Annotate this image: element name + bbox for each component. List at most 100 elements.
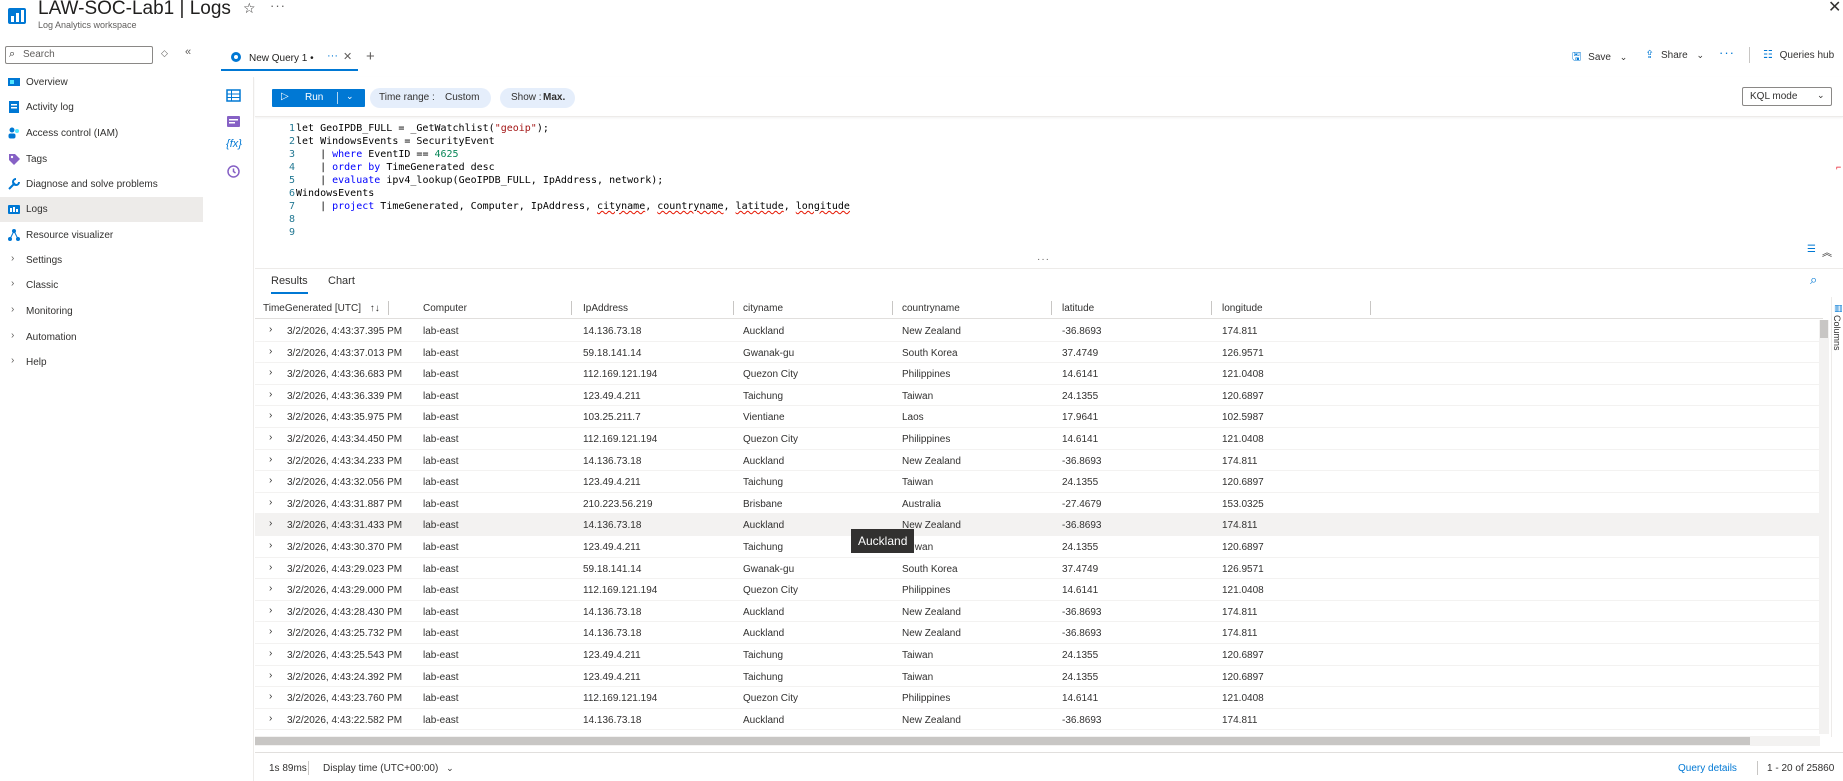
city-name-cell[interactable]: Taichung — [743, 672, 783, 683]
more-actions-button[interactable]: ··· — [1719, 45, 1735, 60]
time-generated-cell[interactable]: 3/2/2026, 4:43:24.392 PM — [287, 672, 402, 683]
country-name-cell[interactable]: Philippines — [902, 434, 950, 445]
ip-address-cell[interactable]: 14.136.73.18 — [583, 628, 641, 639]
expand-row-icon[interactable]: › — [269, 389, 272, 400]
city-name-cell[interactable]: Auckland — [743, 520, 784, 531]
expand-row-icon[interactable]: › — [269, 713, 272, 724]
column-header-timegenerated[interactable]: TimeGenerated [UTC] ↑↓ — [263, 303, 380, 317]
latitude-cell[interactable]: -36.8693 — [1062, 520, 1101, 531]
time-generated-cell[interactable]: 3/2/2026, 4:43:30.370 PM — [287, 542, 402, 553]
time-generated-cell[interactable]: 3/2/2026, 4:43:23.760 PM — [287, 693, 402, 704]
computer-cell[interactable]: lab-east — [423, 348, 459, 359]
save-button[interactable]: 🖫 Save ⌄ — [1572, 48, 1627, 64]
longitude-cell[interactable]: 120.6897 — [1222, 650, 1264, 661]
country-name-cell[interactable]: Laos — [902, 412, 924, 423]
expand-row-icon[interactable]: › — [269, 432, 272, 443]
sidebar-item-access-control[interactable]: Access control (IAM) — [0, 121, 203, 146]
country-name-cell[interactable]: New Zealand — [902, 607, 961, 618]
city-name-cell[interactable]: Auckland — [743, 628, 784, 639]
code-line[interactable]: | evaluate ipv4_lookup(GeoIPDB_FULL, IpA… — [296, 175, 663, 186]
latitude-cell[interactable]: -36.8693 — [1062, 715, 1101, 726]
time-generated-cell[interactable]: 3/2/2026, 4:43:31.887 PM — [287, 499, 402, 510]
column-header-computer[interactable]: Computer — [423, 303, 467, 317]
ip-address-cell[interactable]: 59.18.141.14 — [583, 348, 641, 359]
query-details-link[interactable]: Query details — [1678, 763, 1737, 774]
column-divider[interactable] — [1051, 301, 1052, 315]
latitude-cell[interactable]: 37.4749 — [1062, 348, 1098, 359]
queries-hub-button[interactable]: ☷ Queries hub — [1763, 48, 1834, 61]
country-name-cell[interactable]: New Zealand — [902, 628, 961, 639]
table-row[interactable]: › 3/2/2026, 4:43:31.887 PM lab-east 210.223… — [255, 493, 1820, 515]
table-row[interactable]: › 3/2/2026, 4:43:37.395 PM lab-east 14.136.… — [255, 320, 1820, 342]
expand-row-icon[interactable]: › — [269, 518, 272, 529]
sidebar-item-overview[interactable]: Overview — [0, 70, 203, 95]
ip-address-cell[interactable]: 14.136.73.18 — [583, 326, 641, 337]
editor-resize-handle[interactable]: ··· — [1037, 254, 1050, 265]
sidebar-item-activity-log[interactable]: Activity log — [0, 95, 203, 120]
sidebar-item-resource-visualizer[interactable]: Resource visualizer — [0, 223, 203, 248]
tab-close-icon[interactable]: ✕ — [343, 50, 352, 63]
table-row[interactable]: › 3/2/2026, 4:43:29.000 PM lab-east 112.169… — [255, 579, 1820, 601]
sidebar-group-settings[interactable]: › Settings — [0, 248, 203, 273]
ip-address-cell[interactable]: 123.49.4.211 — [583, 477, 641, 488]
table-row[interactable]: › 3/2/2026, 4:43:24.392 PM lab-east 123.49.… — [255, 666, 1820, 688]
country-name-cell[interactable]: Taiwan — [902, 391, 933, 402]
country-name-cell[interactable]: New Zealand — [902, 715, 961, 726]
expand-collapse-icon[interactable]: ◇ — [161, 48, 168, 59]
latitude-cell[interactable]: 17.9641 — [1062, 412, 1098, 423]
ip-address-cell[interactable]: 103.25.211.7 — [583, 412, 641, 423]
computer-cell[interactable]: lab-east — [423, 672, 459, 683]
computer-cell[interactable]: lab-east — [423, 693, 459, 704]
computer-cell[interactable]: lab-east — [423, 607, 459, 618]
expand-row-icon[interactable]: › — [269, 605, 272, 616]
display-time-dropdown[interactable]: Display time (UTC+00:00) ⌄ — [323, 763, 454, 774]
computer-cell[interactable]: lab-east — [423, 564, 459, 575]
city-name-cell[interactable]: Quezon City — [743, 369, 798, 380]
table-row[interactable]: › 3/2/2026, 4:43:25.543 PM lab-east 123.49.… — [255, 644, 1820, 666]
column-divider[interactable] — [388, 301, 389, 315]
computer-cell[interactable]: lab-east — [423, 715, 459, 726]
ip-address-cell[interactable]: 14.136.73.18 — [583, 715, 641, 726]
format-query-icon[interactable]: ☰ — [1807, 244, 1816, 255]
ip-address-cell[interactable]: 112.169.121.194 — [583, 585, 657, 596]
computer-cell[interactable]: lab-east — [423, 477, 459, 488]
latitude-cell[interactable]: -36.8693 — [1062, 326, 1101, 337]
column-divider[interactable] — [1370, 301, 1371, 315]
tab-new-query-1[interactable]: New Query 1 • ··· ✕ — [221, 45, 358, 71]
time-generated-cell[interactable]: 3/2/2026, 4:43:37.395 PM — [287, 326, 402, 337]
chevron-down-icon[interactable]: ⌄ — [346, 91, 354, 102]
code-line[interactable]: | order by TimeGenerated desc — [296, 162, 495, 173]
column-header-cityname[interactable]: cityname — [743, 303, 783, 317]
time-generated-cell[interactable]: 3/2/2026, 4:43:37.013 PM — [287, 348, 402, 359]
sidebar-item-diagnose[interactable]: Diagnose and solve problems — [0, 172, 203, 197]
country-name-cell[interactable]: New Zealand — [902, 326, 961, 337]
scrollbar-thumb[interactable] — [1820, 320, 1828, 338]
ip-address-cell[interactable]: 123.49.4.211 — [583, 650, 641, 661]
latitude-cell[interactable]: 37.4749 — [1062, 564, 1098, 575]
column-header-ipaddress[interactable]: IpAddress — [583, 303, 628, 317]
more-icon[interactable]: ··· — [270, 0, 286, 13]
longitude-cell[interactable]: 121.0408 — [1222, 585, 1264, 596]
tab-more-icon[interactable]: ··· — [327, 50, 338, 62]
longitude-cell[interactable]: 174.811 — [1222, 456, 1257, 467]
city-name-cell[interactable]: Auckland — [743, 456, 784, 467]
computer-cell[interactable]: lab-east — [423, 369, 459, 380]
time-generated-cell[interactable]: 3/2/2026, 4:43:22.582 PM — [287, 715, 402, 726]
expand-row-icon[interactable]: › — [269, 324, 272, 335]
city-name-cell[interactable]: Gwanak-gu — [743, 348, 794, 359]
table-row[interactable]: › 3/2/2026, 4:43:34.233 PM lab-east 14.136.… — [255, 450, 1820, 472]
latitude-cell[interactable]: -36.8693 — [1062, 456, 1101, 467]
computer-cell[interactable]: lab-east — [423, 412, 459, 423]
collapse-editor-icon[interactable]: ︽ — [1822, 244, 1832, 259]
expand-row-icon[interactable]: › — [269, 626, 272, 637]
ip-address-cell[interactable]: 112.169.121.194 — [583, 434, 657, 445]
expand-row-icon[interactable]: › — [269, 670, 272, 681]
city-name-cell[interactable]: Taichung — [743, 391, 783, 402]
computer-cell[interactable]: lab-east — [423, 520, 459, 531]
sidebar-item-tags[interactable]: Tags — [0, 147, 203, 172]
column-divider[interactable] — [571, 301, 572, 315]
sidebar-search-input[interactable]: ⌕ Search — [5, 46, 153, 64]
tab-results[interactable]: Results — [271, 275, 308, 294]
country-name-cell[interactable]: South Korea — [902, 348, 958, 359]
table-row[interactable]: › 3/2/2026, 4:43:34.450 PM lab-east 112.169… — [255, 428, 1820, 450]
